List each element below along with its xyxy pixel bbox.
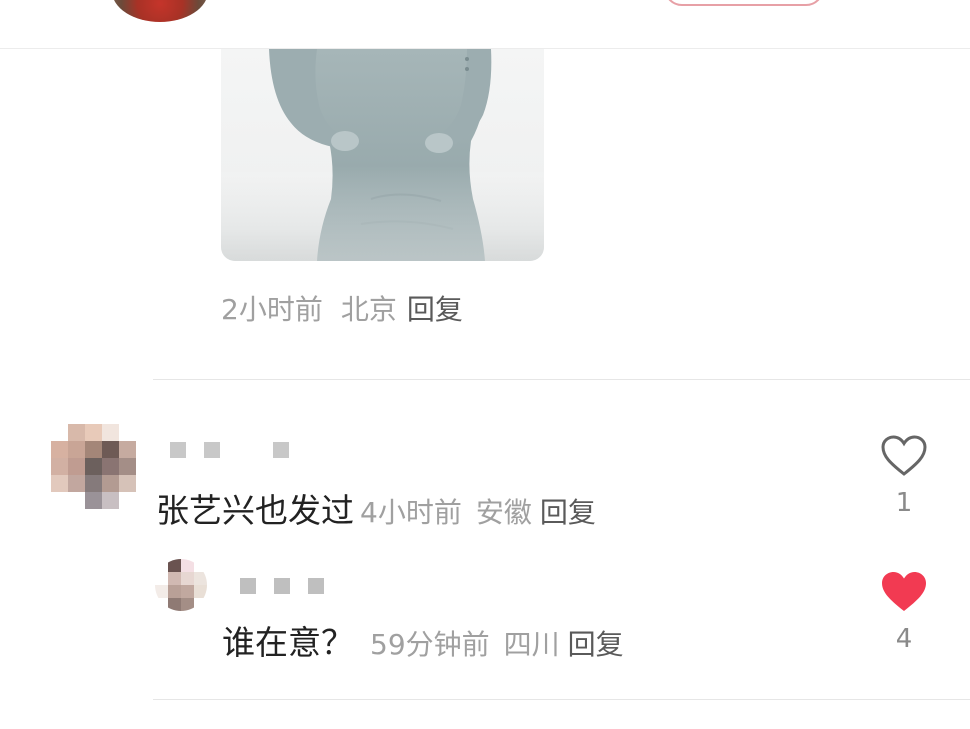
comment-time: 2小时前 (221, 293, 323, 326)
comment-body: 谁在意？ (222, 623, 354, 662)
comment-body: 张艺兴也发过 (156, 491, 354, 530)
comment-2: 谁在意？ 59分钟前 四川 回复 (222, 616, 624, 664)
prev-comment-meta: 2小时前 北京 回复 (221, 288, 463, 328)
reply-button[interactable]: 回复 (407, 293, 463, 326)
reply-button[interactable]: 回复 (568, 628, 624, 661)
comment-location: 四川 (503, 628, 560, 661)
heart-outline-icon (881, 435, 927, 476)
comment-location: 安徽 (475, 496, 532, 529)
avatar[interactable] (155, 559, 207, 611)
comment-divider (153, 699, 970, 700)
reply-button[interactable]: 回复 (540, 496, 596, 529)
comment-time: 4小时前 (360, 496, 462, 529)
comment-1: 张艺兴也发过 4小时前 安徽 回复 (156, 484, 596, 532)
comment-image[interactable] (221, 49, 544, 261)
dress-photo (221, 49, 544, 261)
like-count: 1 (895, 488, 913, 518)
post-header (0, 0, 970, 49)
avatar[interactable] (51, 424, 136, 509)
like-button[interactable]: 4 (874, 570, 934, 652)
author-avatar[interactable] (112, 0, 208, 22)
like-button[interactable]: 1 (874, 434, 934, 516)
comment-location: 北京 (340, 293, 397, 326)
username-blurred[interactable] (240, 578, 324, 594)
heart-filled-icon (882, 572, 926, 611)
username-blurred[interactable] (170, 442, 289, 458)
comment-time: 59分钟前 (370, 628, 490, 661)
like-count: 4 (895, 624, 913, 654)
comment-divider (153, 379, 970, 380)
follow-button[interactable] (664, 0, 824, 6)
